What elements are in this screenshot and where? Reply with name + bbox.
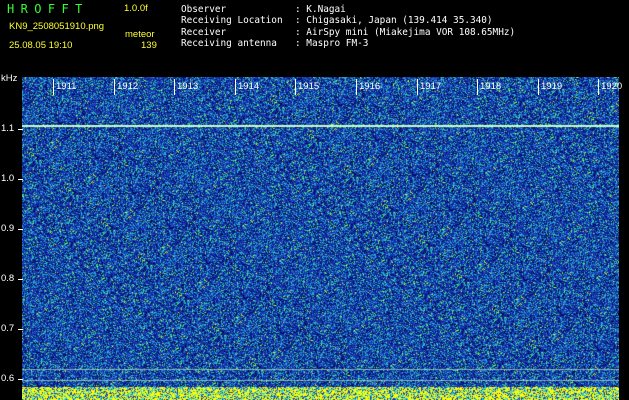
x-tick-label: 1913 [177,81,199,92]
antenna-label: Receiving antenna [181,38,277,49]
y-tick-label: 1.0 [1,173,15,184]
location-value-text: Chigasaki, Japan (139.414 35.340) [306,15,493,26]
y-tick-mark [18,279,23,280]
y-tick-mark [18,229,23,230]
x-tick-label: 1917 [420,81,442,92]
receiver-value-text: AirSpy mini (Miakejima VOR 108.65MHz) [306,27,516,38]
version-label: 1.0.0f [124,3,148,14]
meteor-label: meteor [125,29,155,40]
antenna-value-text: Maspro FM-3 [306,38,369,49]
observer-label: Observer [181,4,227,15]
meteor-count: 139 [141,40,157,51]
receiver-value: : AirSpy mini (Miakejima VOR 108.65MHz) [295,27,516,38]
x-tick-mark [356,79,357,95]
x-tick-mark [477,79,478,95]
filename-label: KN9_2508051910.png [9,21,105,32]
location-label: Receiving Location [181,15,283,26]
x-tick-label: 1911 [56,81,77,92]
antenna-value: : Maspro FM-3 [295,38,369,49]
x-tick-mark [174,79,175,95]
y-axis-unit: kHz [1,73,18,84]
y-tick-mark [18,379,23,380]
x-tick-mark [417,79,418,95]
receiver-label: Receiver [181,27,227,38]
x-tick-label: 1914 [238,81,260,92]
spectrogram-plot [22,77,619,400]
y-tick-label: 0.8 [1,273,15,284]
x-tick-label: 1916 [359,81,381,92]
x-tick-mark [235,79,236,95]
spectrogram-canvas [22,77,619,400]
x-tick-label: 1912 [117,81,139,92]
x-tick-mark [598,79,599,95]
y-tick-label: 1.1 [1,123,15,134]
y-tick-mark [18,329,23,330]
y-tick-label: 0.9 [1,223,15,234]
x-tick-label: 1919 [541,81,563,92]
x-tick-mark [295,79,296,95]
y-tick-mark [18,179,23,180]
x-tick-mark [53,79,54,95]
app-title: HROFFT [7,2,89,16]
datetime-label: 25.08.05 19:10 [9,40,73,51]
x-tick-mark [114,79,115,95]
y-tick-label: 0.6 [1,373,15,384]
location-value: : Chigasaki, Japan (139.414 35.340) [295,15,493,26]
observer-value-text: K.Nagai [306,4,346,15]
observer-value: : K.Nagai [295,4,346,15]
x-tick-label: 1918 [480,81,502,92]
x-tick-label: 1915 [298,81,320,92]
y-tick-label: 0.7 [1,323,15,334]
x-tick-label: 1920 [601,81,623,92]
x-tick-mark [538,79,539,95]
y-tick-mark [18,129,23,130]
